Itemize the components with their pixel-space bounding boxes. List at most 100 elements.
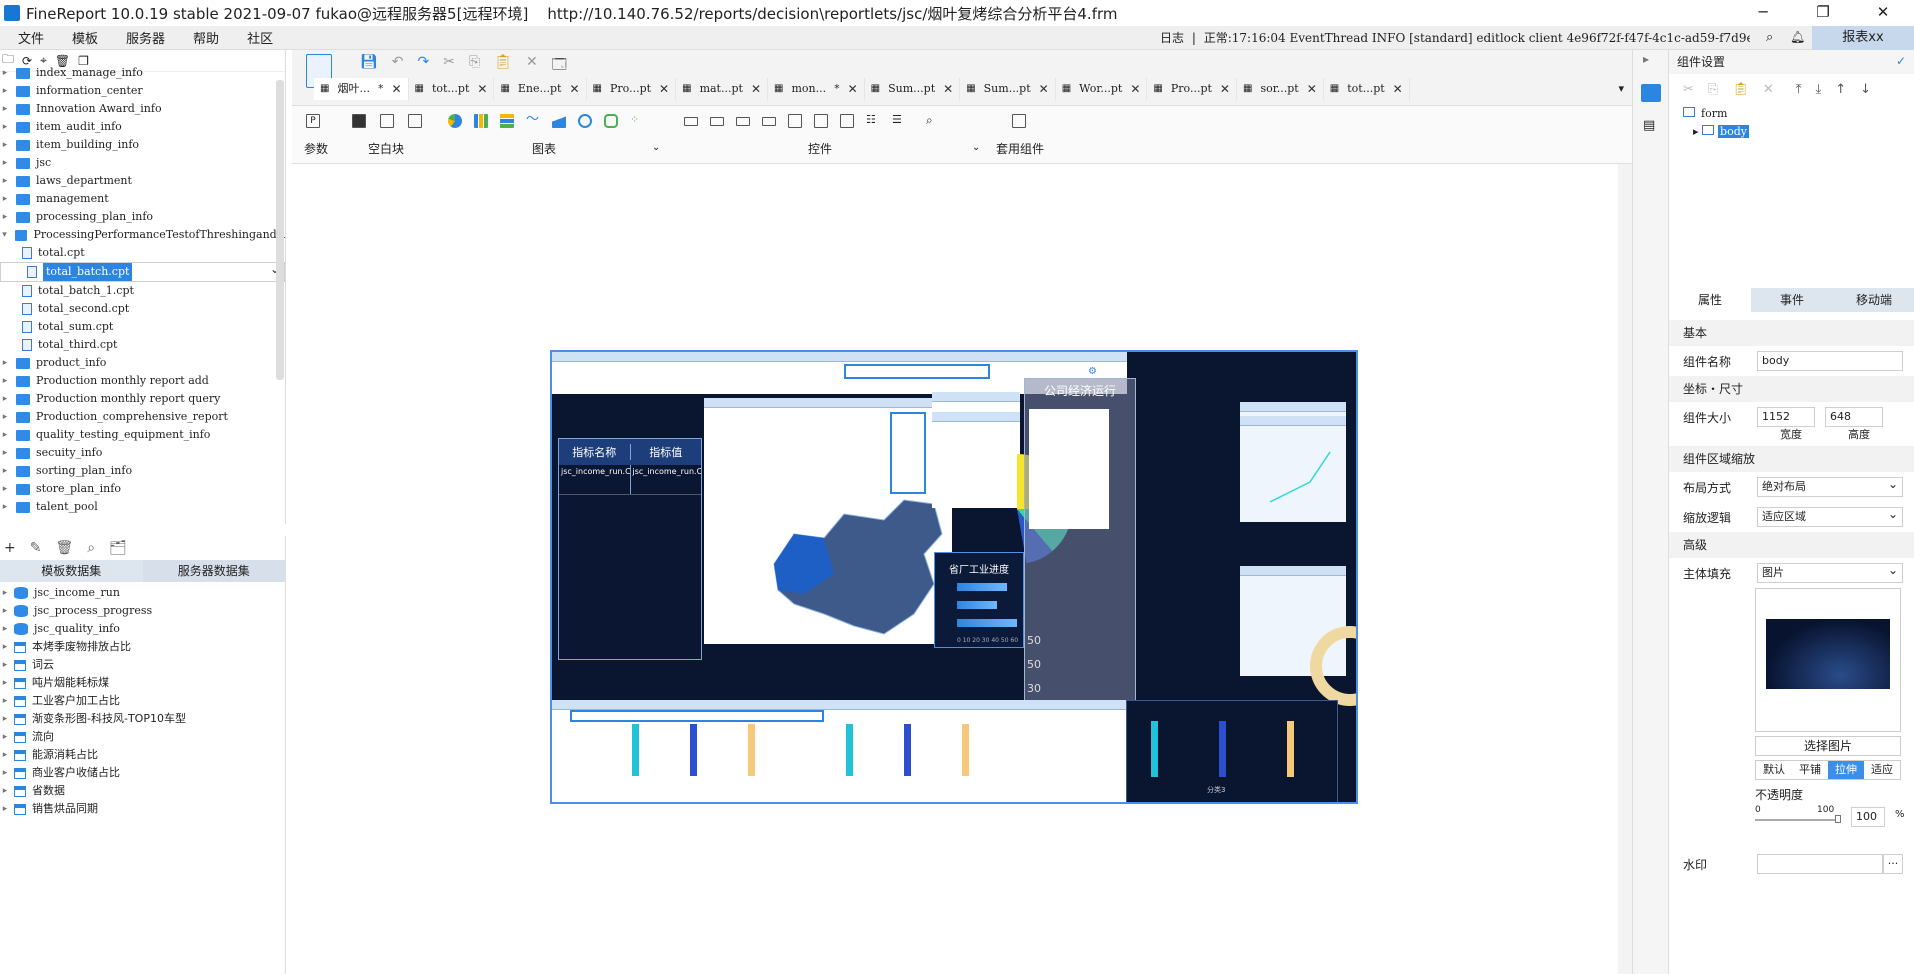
tab-close-icon[interactable]: ✕	[1130, 78, 1140, 100]
preview-tool-icon[interactable]: 🗔︎	[552, 54, 567, 78]
progress-bar-chart[interactable]: 省厂工业进度 0 10 20 30 40 50 60	[934, 552, 1024, 648]
menu-community[interactable]: 社区	[233, 28, 287, 47]
tab-close-icon[interactable]: ✕	[569, 78, 579, 100]
expand-arrow-icon[interactable]: ▸	[0, 354, 10, 372]
area-chart-icon[interactable]	[552, 114, 566, 128]
collapse-arrow-icon[interactable]: ▸	[1643, 52, 1649, 66]
tree-item[interactable]: total_second.cpt	[0, 300, 285, 318]
expand-arrow-icon[interactable]: ▸	[0, 620, 10, 638]
undo-icon[interactable]: ↶	[392, 54, 404, 78]
tree-item[interactable]: ▸ index_manage_info	[0, 64, 285, 82]
tab-close-icon[interactable]: ✕	[391, 78, 401, 100]
dataset-item[interactable]: ▸ 本烤季废物排放占比	[0, 638, 285, 656]
editor-tab[interactable]: ▦ Sum...pt ✕	[960, 78, 1056, 100]
widget-button-icon[interactable]	[736, 117, 750, 126]
expand-arrow-icon[interactable]: ▸	[0, 656, 10, 674]
economy-panel[interactable]: 公司经济运行 50 50 30	[1024, 378, 1136, 702]
expand-arrow-icon[interactable]: ▸	[0, 444, 10, 462]
fill-select[interactable]: 图片	[1757, 561, 1903, 583]
menu-server[interactable]: 服务器	[112, 28, 179, 47]
rp-delete-icon[interactable]: ✕	[1763, 82, 1774, 97]
preview-icon[interactable]: ⌕	[87, 540, 95, 556]
tab-template-dataset[interactable]: 模板数据集	[0, 560, 143, 582]
edit-icon[interactable]: ✎	[30, 540, 42, 556]
copy-tool-icon[interactable]: ⎘	[469, 54, 480, 78]
tab-close-icon[interactable]: ✕	[1393, 78, 1403, 100]
rp-up-icon[interactable]: ↑	[1835, 82, 1846, 97]
editor-tab[interactable]: ▦ sor...pt ✕	[1237, 78, 1324, 100]
widget-search-icon[interactable]: ⌕	[926, 114, 940, 128]
tree-item[interactable]: ▸ Production monthly report add	[0, 372, 285, 390]
editor-tab[interactable]: ▦ Pro...pt ✕	[1147, 78, 1237, 100]
expand-arrow-icon[interactable]: ▸	[0, 64, 10, 82]
chart-expand-icon[interactable]: ⌄	[652, 142, 660, 153]
tab-close-icon[interactable]: ✕	[659, 78, 669, 100]
dataset-item[interactable]: ▸ 省数据	[0, 782, 285, 800]
minimize-button[interactable]: ─	[1740, 0, 1786, 26]
height-input[interactable]: 648	[1825, 407, 1883, 427]
line-chart-block[interactable]	[1240, 402, 1346, 522]
tree-item[interactable]: total_batch.cpt	[0, 260, 285, 282]
blank-block-icon-1[interactable]	[352, 114, 366, 128]
editor-tab[interactable]: ▦ tot...pt ✕	[409, 78, 495, 100]
bar-chart-icon[interactable]	[474, 114, 488, 128]
suite-icon[interactable]	[1012, 114, 1026, 128]
tab-close-icon[interactable]: ✕	[751, 78, 761, 100]
rp-bottom-icon[interactable]: ⤓	[1815, 82, 1821, 97]
cut-icon[interactable]: ✂	[443, 54, 455, 78]
server-dataset-icon[interactable]: 🗂︎	[109, 540, 127, 556]
section-coord[interactable]: 坐标・尺寸	[1669, 376, 1914, 402]
blank-block-icon-3[interactable]	[408, 114, 422, 128]
tab-close-icon[interactable]: ✕	[943, 78, 953, 100]
report-user-button[interactable]: 报表xx	[1812, 26, 1914, 50]
restore-button[interactable]: ❐	[1800, 0, 1846, 26]
widget-expand-icon[interactable]: ⌄	[972, 142, 980, 153]
tree-item[interactable]: ▸ item_audit_info	[0, 118, 285, 136]
tree-item[interactable]: ▸ information_center	[0, 82, 285, 100]
pie-block[interactable]	[932, 392, 1072, 564]
expand-arrow-icon[interactable]: ▸	[0, 100, 10, 118]
scatter-chart-icon[interactable]: ⁘	[630, 114, 644, 128]
dataset-item[interactable]: ▸ 吨片烟能耗标煤	[0, 674, 285, 692]
bottom-report-block[interactable]	[552, 700, 1126, 802]
tree-item[interactable]: ▸ processing_plan_info	[0, 208, 285, 226]
expand-arrow-icon[interactable]: ▸	[0, 746, 10, 764]
expand-arrow-icon[interactable]: ▸	[0, 82, 10, 100]
dataset-item[interactable]: ▸ 销售烘品同期	[0, 800, 285, 818]
tree-item[interactable]: ▸ sorting_plan_info	[0, 462, 285, 480]
expand-arrow-icon[interactable]: ▸	[0, 136, 10, 154]
expand-arrow-icon[interactable]: ▸	[0, 426, 10, 444]
dataset-item[interactable]: ▸ jsc_quality_info	[0, 620, 285, 638]
tab-close-icon[interactable]: ✕	[1039, 78, 1049, 100]
scale-select[interactable]: 适应区域	[1757, 505, 1903, 527]
tab-close-icon[interactable]: ✕	[848, 78, 858, 100]
expand-arrow-icon[interactable]: ▸	[0, 602, 10, 620]
tab-close-icon[interactable]: ✕	[1220, 78, 1230, 100]
menu-help[interactable]: 帮助	[179, 28, 233, 47]
section-scale[interactable]: 组件区域缩放	[1669, 446, 1914, 472]
tree-item[interactable]: ▸ Innovation Award_info	[0, 100, 285, 118]
expand-arrow-icon[interactable]: ▸	[0, 498, 10, 516]
log-link[interactable]: 日志	[1160, 31, 1184, 45]
editor-tab[interactable]: ▦ Pro...pt ✕	[587, 78, 677, 100]
dataset-item[interactable]: ▸ 词云	[0, 656, 285, 674]
canvas-scrollbar[interactable]	[1618, 164, 1632, 974]
bell-icon[interactable]: 🔔︎	[1790, 30, 1805, 44]
editor-tab[interactable]: ▦ mat...pt ✕	[676, 78, 768, 100]
editor-tab[interactable]: ▦ tot...pt ✕	[1324, 78, 1410, 100]
component-name-input[interactable]: body	[1757, 351, 1903, 371]
redo-icon[interactable]: ↷	[418, 54, 430, 78]
bottom-bar-chart[interactable]: 分类3	[1126, 700, 1338, 802]
tab-close-icon[interactable]: ✕	[477, 78, 487, 100]
tab-server-dataset[interactable]: 服务器数据集	[142, 560, 285, 582]
gauge-chart-icon[interactable]	[578, 114, 592, 128]
expand-arrow-icon[interactable]: ▸	[0, 728, 10, 746]
rp-down-icon[interactable]: ↓	[1860, 82, 1871, 97]
expand-arrow-icon[interactable]: ▸	[0, 674, 10, 692]
widget-setting-icon[interactable]: ⚙	[1088, 366, 1097, 377]
dashboard-body[interactable]: ⚙ 指标名称 指标值 jsc_income_run.C(index_name) …	[550, 350, 1358, 804]
tree-body-node[interactable]: ▸ body	[1683, 123, 1914, 141]
editor-tab[interactable]: ▦ Wor...pt ✕	[1056, 78, 1148, 100]
tree-item[interactable]: ▸ Production_comprehensive_report	[0, 408, 285, 426]
kpi-table[interactable]: 指标名称 指标值 jsc_income_run.C(index_name) js…	[558, 438, 702, 660]
